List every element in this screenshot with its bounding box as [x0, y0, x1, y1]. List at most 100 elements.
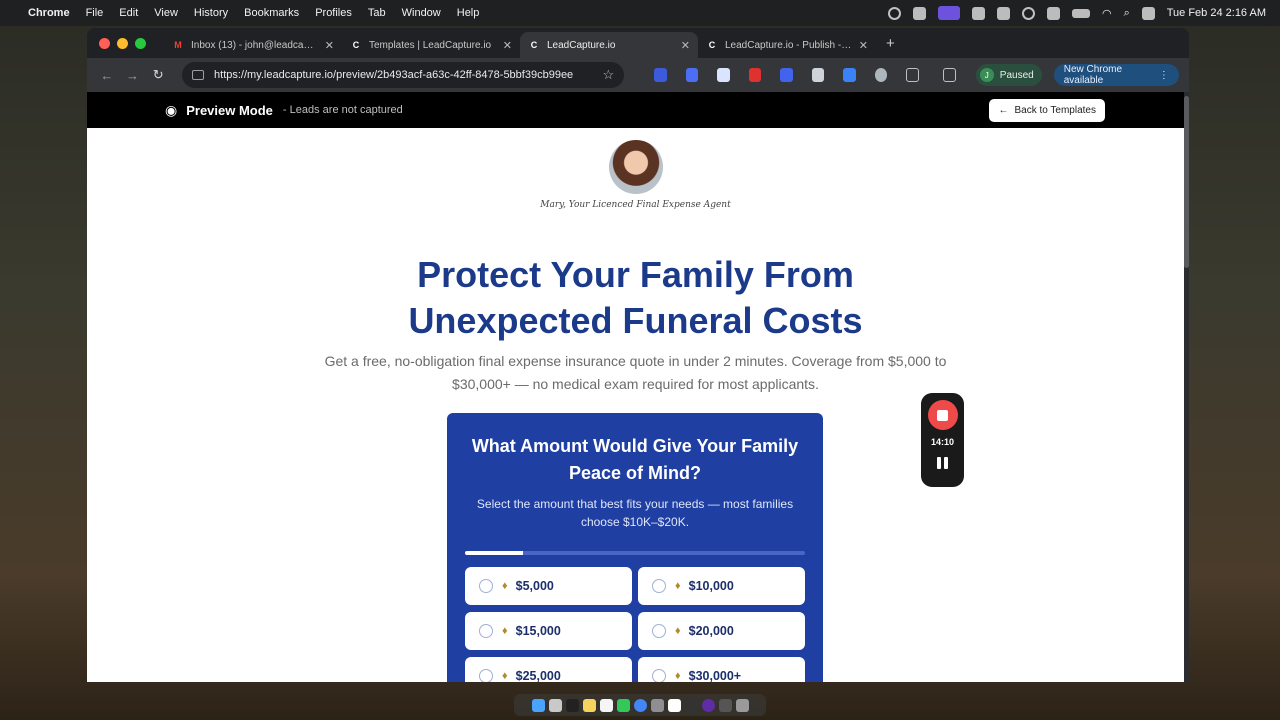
- camera-status-icon[interactable]: [971, 6, 985, 20]
- pause-recording-button[interactable]: [937, 457, 948, 469]
- window-status-icon[interactable]: [996, 6, 1010, 20]
- menu-app-name[interactable]: Chrome: [28, 7, 70, 19]
- address-bar[interactable]: https://my.leadcapture.io/preview/2b493a…: [182, 62, 625, 88]
- tab-leadcapture-active[interactable]: C LeadCapture.io ✕: [520, 32, 698, 58]
- close-tab-icon[interactable]: ✕: [681, 39, 690, 52]
- menu-edit[interactable]: Edit: [119, 7, 138, 19]
- chatgpt-status-icon[interactable]: [1021, 6, 1035, 20]
- quiz-hint: Select the amount that best fits your ne…: [476, 497, 794, 529]
- app-status-icon[interactable]: [1046, 6, 1060, 20]
- menu-view[interactable]: View: [154, 7, 178, 19]
- tab-templates[interactable]: C Templates | LeadCapture.io ✕: [342, 32, 520, 58]
- money-bag-icon: ♦: [502, 625, 508, 637]
- radio-button[interactable]: [479, 624, 493, 638]
- update-chrome-button[interactable]: New Chrome available ⋮: [1053, 64, 1179, 86]
- menu-file[interactable]: File: [86, 7, 104, 19]
- slack-icon[interactable]: [667, 698, 681, 712]
- stop-recording-button[interactable]: [927, 400, 958, 430]
- menu-bookmarks[interactable]: Bookmarks: [244, 7, 299, 19]
- money-bag-icon: ♦: [675, 670, 681, 682]
- radio-button[interactable]: [652, 669, 666, 682]
- menu-help[interactable]: Help: [457, 7, 480, 19]
- radio-button[interactable]: [652, 624, 666, 638]
- notes-icon[interactable]: [582, 698, 596, 712]
- close-tab-icon[interactable]: ✕: [325, 39, 334, 52]
- screen-share-icon[interactable]: [937, 6, 960, 20]
- url-text[interactable]: https://my.leadcapture.io/preview/2b493a…: [214, 69, 603, 81]
- spotlight-search-icon[interactable]: ⌕: [1124, 7, 1130, 20]
- record-status-icon[interactable]: [887, 6, 901, 20]
- app-icon[interactable]: [650, 698, 664, 712]
- terminal-icon[interactable]: [565, 698, 579, 712]
- option-30000-plus[interactable]: ♦ $30,000+: [638, 657, 805, 682]
- extension-icon[interactable]: [654, 68, 667, 82]
- arrow-left-icon: ←: [998, 104, 1009, 116]
- back-to-templates-button[interactable]: ← Back to Templates: [989, 98, 1105, 122]
- close-window-button[interactable]: [99, 37, 110, 49]
- chrome-icon[interactable]: [633, 698, 647, 712]
- reload-icon[interactable]: ↻: [148, 67, 168, 83]
- tab-publish[interactable]: C LeadCapture.io - Publish - 21 ✕: [698, 32, 876, 58]
- wifi-icon[interactable]: ◠: [1102, 7, 1112, 20]
- option-25000[interactable]: ♦ $25,000: [465, 657, 632, 682]
- radio-button[interactable]: [479, 579, 493, 593]
- option-label: $5,000: [515, 579, 554, 593]
- extension-icon[interactable]: [811, 68, 825, 82]
- battery-icon[interactable]: [1071, 8, 1090, 18]
- scrollbar-thumb[interactable]: [1184, 96, 1189, 268]
- app-icon[interactable]: [701, 698, 715, 712]
- more-menu-icon[interactable]: ⋮: [1159, 70, 1169, 81]
- trash-icon[interactable]: [735, 698, 749, 712]
- preview-mode-bar: ◉ Preview Mode - Leads are not captured …: [87, 92, 1184, 128]
- extension-icon[interactable]: [748, 68, 762, 82]
- extension-icon[interactable]: [685, 68, 699, 82]
- option-5000[interactable]: ♦ $5,000: [465, 567, 632, 605]
- menu-window[interactable]: Window: [402, 7, 441, 19]
- zoom-window-button[interactable]: [135, 37, 146, 49]
- messages-icon[interactable]: [616, 698, 630, 712]
- back-arrow-icon[interactable]: ←: [97, 68, 117, 83]
- quiz-progress-bar: [465, 551, 805, 555]
- status-icons: ◠ ⌕ Tue Feb 24 2:16 AM: [887, 6, 1266, 20]
- app-icon[interactable]: [684, 698, 698, 712]
- minimize-window-button[interactable]: [117, 37, 128, 49]
- menu-profiles[interactable]: Profiles: [315, 7, 352, 19]
- menubar-clock[interactable]: Tue Feb 24 2:16 AM: [1167, 7, 1266, 19]
- option-15000[interactable]: ♦ $15,000: [465, 612, 632, 650]
- launchpad-icon[interactable]: [548, 698, 562, 712]
- menu-tab[interactable]: Tab: [368, 7, 386, 19]
- radio-button[interactable]: [652, 579, 666, 593]
- profile-paused-chip[interactable]: J Paused: [975, 64, 1042, 86]
- extension-icon[interactable]: [717, 68, 730, 82]
- site-settings-icon[interactable]: [192, 70, 205, 80]
- extensions-puzzle-icon[interactable]: [906, 68, 920, 82]
- option-10000[interactable]: ♦ $10,000: [638, 567, 805, 605]
- extension-icon[interactable]: [874, 68, 888, 82]
- finder-icon[interactable]: [531, 698, 545, 712]
- stop-icon: [937, 409, 948, 421]
- downloads-icon[interactable]: [718, 698, 732, 712]
- extension-icon[interactable]: [843, 68, 856, 82]
- hero-section: Mary, Your Licenced Final Expense Agent …: [87, 140, 1184, 396]
- money-bag-icon: ♦: [502, 670, 508, 682]
- bookmark-star-icon[interactable]: ☆: [603, 67, 615, 83]
- shield-status-icon[interactable]: [912, 6, 926, 20]
- option-20000[interactable]: ♦ $20,000: [638, 612, 805, 650]
- agent-avatar: [608, 140, 663, 194]
- new-tab-button[interactable]: +: [886, 35, 895, 52]
- close-tab-icon[interactable]: ✕: [503, 39, 512, 52]
- calendar-icon[interactable]: [599, 698, 613, 712]
- page-scrollbar[interactable]: [1184, 92, 1189, 682]
- close-tab-icon[interactable]: ✕: [859, 39, 868, 52]
- menu-history[interactable]: History: [194, 7, 228, 19]
- tab-gmail[interactable]: M Inbox (13) - john@leadcapture.io ✕: [164, 32, 342, 58]
- headline-line-1: Protect Your Family From: [417, 254, 854, 295]
- browser-toolbar: ← → ↻ https://my.leadcapture.io/preview/…: [87, 58, 1189, 92]
- extension-icon[interactable]: [780, 68, 793, 82]
- profile-status: Paused: [999, 69, 1034, 81]
- control-center-icon[interactable]: [1141, 6, 1155, 20]
- tab-search-icon[interactable]: [943, 68, 956, 82]
- forward-arrow-icon[interactable]: →: [123, 68, 143, 83]
- radio-button[interactable]: [479, 669, 493, 682]
- pause-icon: [937, 457, 941, 469]
